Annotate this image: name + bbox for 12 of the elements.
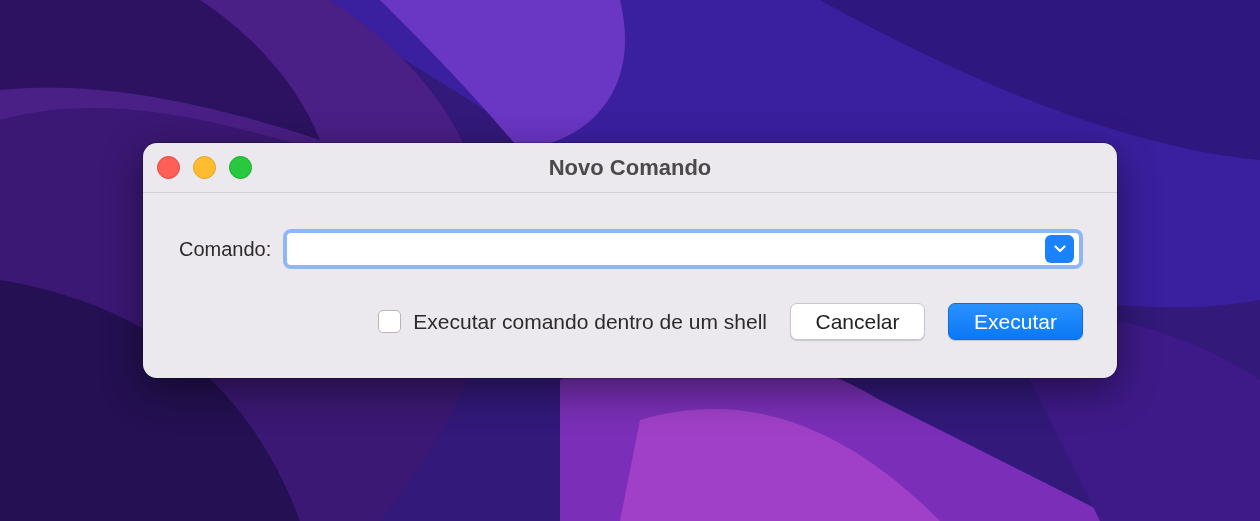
close-icon[interactable] — [157, 156, 180, 179]
dropdown-button[interactable] — [1045, 235, 1074, 263]
checkbox[interactable] — [378, 310, 402, 333]
cancel-button[interactable]: Cancelar — [790, 303, 925, 340]
command-label: Comando: — [179, 237, 272, 261]
chevron-icon — [1053, 245, 1066, 253]
window-title: Novo Comando — [548, 154, 712, 181]
checkbox-label: Executar comando dentro de um shell — [413, 309, 767, 334]
command-field[interactable] — [283, 229, 1083, 269]
zoom-icon[interactable] — [229, 156, 252, 179]
execute-button[interactable]: Executar — [948, 303, 1083, 340]
minimize-icon[interactable] — [193, 156, 216, 179]
